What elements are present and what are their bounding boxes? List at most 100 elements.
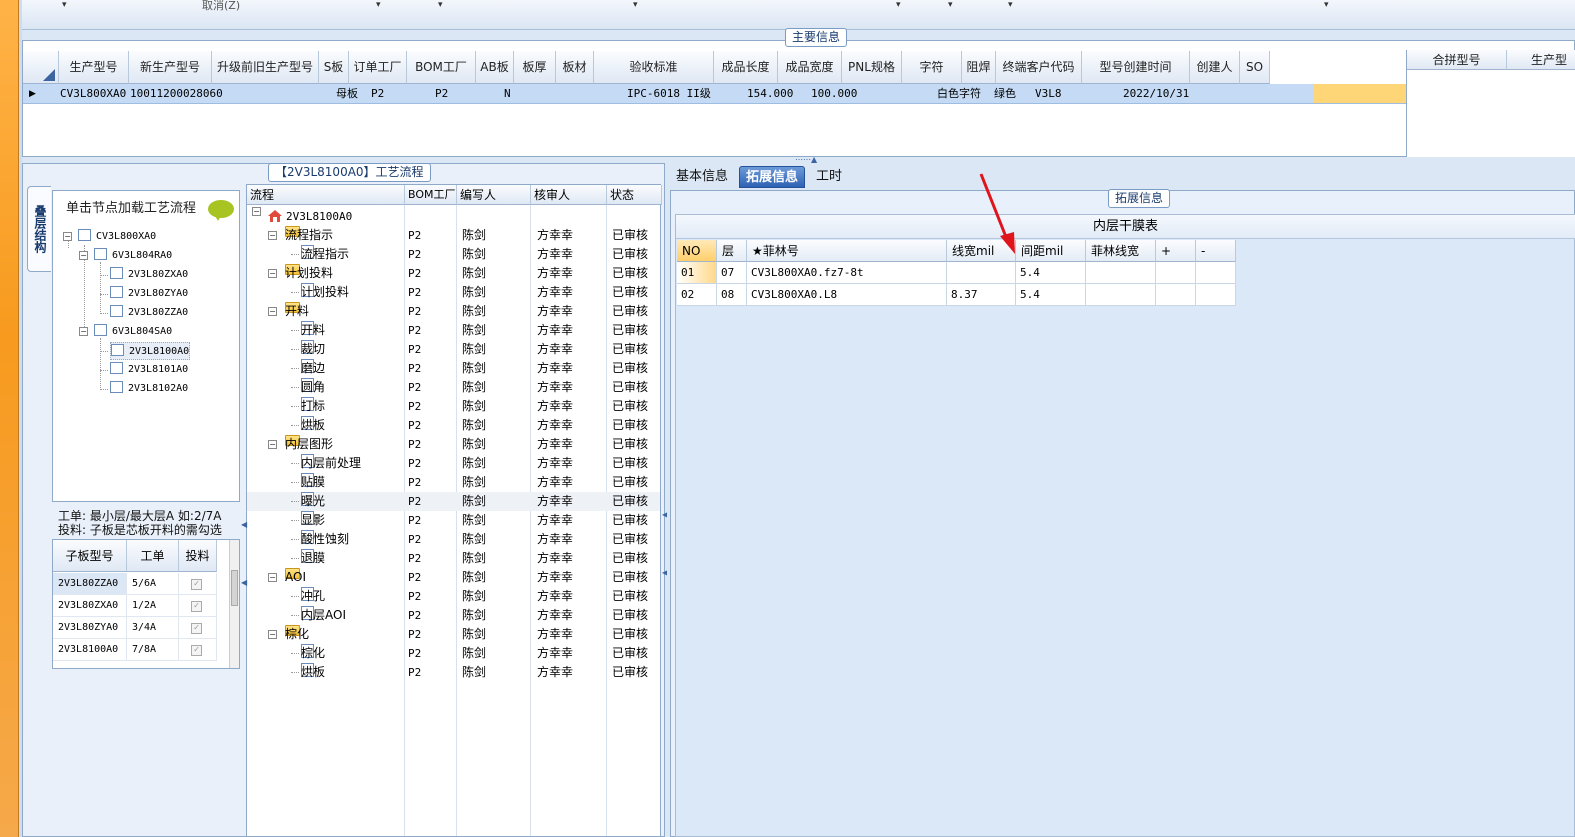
cell-reviewer[interactable]: 方幸幸 bbox=[537, 302, 573, 321]
cell-bom-factory[interactable]: P2 bbox=[408, 397, 421, 416]
cell-bom-factory[interactable]: P2 bbox=[408, 302, 421, 321]
cell-child-model[interactable]: 2V3L80ZZA0 bbox=[53, 573, 127, 595]
dropdown-caret-icon[interactable]: ▾ bbox=[1008, 0, 1013, 10]
cell-status[interactable]: 已审核 bbox=[612, 302, 648, 321]
process-row[interactable]: 计划投料 P2 陈剑 方幸幸 已审核 bbox=[247, 283, 660, 302]
cell-bom-factory[interactable]: P2 bbox=[408, 321, 421, 340]
cell-reviewer[interactable]: 方幸幸 bbox=[537, 340, 573, 359]
process-row[interactable]: 开料 P2 陈剑 方幸幸 已审核 bbox=[247, 321, 660, 340]
collapse-toggle-icon[interactable]: − bbox=[63, 232, 72, 241]
process-row[interactable]: 曝光 P2 陈剑 方幸幸 已审核 bbox=[247, 492, 660, 511]
cell-status[interactable]: 已审核 bbox=[612, 359, 648, 378]
cell-writer[interactable]: 陈剑 bbox=[462, 549, 486, 568]
scrollbar-thumb[interactable] bbox=[231, 570, 238, 606]
checkbox[interactable]: ✓ bbox=[191, 623, 202, 634]
cell-solder-mask[interactable]: 绿色 bbox=[994, 84, 1016, 104]
tree-node[interactable]: 2V3L8101A0 bbox=[110, 361, 188, 379]
cell-writer[interactable]: 陈剑 bbox=[462, 587, 486, 606]
dropdown-caret-icon[interactable]: ▾ bbox=[633, 0, 638, 10]
cell-plus[interactable] bbox=[1156, 262, 1196, 284]
cell-reviewer[interactable]: 方幸幸 bbox=[537, 359, 573, 378]
cell-writer[interactable]: 陈剑 bbox=[462, 245, 486, 264]
tab-basic-info[interactable]: 基本信息 bbox=[670, 166, 734, 188]
cell-model[interactable]: CV3L800XA0 bbox=[60, 84, 126, 104]
tree-node[interactable]: 2V3L8102A0 bbox=[110, 380, 188, 398]
cell-created[interactable]: 2022/10/31 bbox=[1123, 84, 1189, 104]
merge-col-header[interactable]: 生产型 bbox=[1507, 50, 1575, 70]
tree-node[interactable]: 6V3L804SA0 bbox=[94, 323, 172, 341]
cell-width[interactable]: 100.000 bbox=[811, 84, 857, 104]
process-row[interactable]: 烘板 P2 陈剑 方幸幸 已审核 bbox=[247, 663, 660, 682]
cell-writer[interactable]: 陈剑 bbox=[462, 568, 486, 587]
collapse-toggle-icon[interactable]: − bbox=[268, 269, 277, 278]
cell-s-board[interactable]: 母板 bbox=[336, 84, 358, 104]
cell-bom-factory[interactable]: P2 bbox=[408, 549, 421, 568]
collapse-toggle-icon[interactable]: − bbox=[268, 573, 277, 582]
cell-reviewer[interactable]: 方幸幸 bbox=[537, 397, 573, 416]
collapse-toggle-icon[interactable]: − bbox=[268, 630, 277, 639]
process-row[interactable]: 酸性蚀刻 P2 陈剑 方幸幸 已审核 bbox=[247, 530, 660, 549]
process-row[interactable]: 冲孔 P2 陈剑 方幸幸 已审核 bbox=[247, 587, 660, 606]
cell-writer[interactable]: 陈剑 bbox=[462, 416, 486, 435]
cell-bom-factory[interactable]: P2 bbox=[408, 625, 421, 644]
cell-child-order[interactable]: 1/2A bbox=[127, 595, 179, 617]
cell-bom-factory[interactable]: P2 bbox=[408, 511, 421, 530]
cell-bom-factory[interactable]: P2 bbox=[408, 606, 421, 625]
cell-status[interactable]: 已审核 bbox=[612, 340, 648, 359]
cell-bom-factory[interactable]: P2 bbox=[408, 435, 421, 454]
splitter-handle[interactable]: ◀ bbox=[241, 578, 247, 587]
cell-bom-factory[interactable]: P2 bbox=[408, 530, 421, 549]
cell-child-order[interactable]: 5/6A bbox=[127, 573, 179, 595]
tab-stack-structure[interactable]: 叠层结构 bbox=[27, 186, 51, 272]
cell-reviewer[interactable]: 方幸幸 bbox=[537, 245, 573, 264]
col-header[interactable]: NO bbox=[677, 240, 717, 262]
cell-status[interactable]: 已审核 bbox=[612, 625, 648, 644]
col-header[interactable]: 投料 bbox=[179, 540, 217, 572]
process-root-row[interactable]: − 2V3L8100A0 bbox=[247, 207, 660, 226]
cell-child-feed[interactable]: ✓ bbox=[179, 595, 217, 617]
col-header[interactable]: 核审人 bbox=[531, 185, 607, 205]
dropdown-caret-icon[interactable]: ▾ bbox=[1324, 0, 1329, 10]
tree-node-selected[interactable]: 2V3L8100A0 bbox=[110, 342, 191, 360]
cell-status[interactable]: 已审核 bbox=[612, 283, 648, 302]
cell-child-feed[interactable]: ✓ bbox=[179, 573, 217, 595]
cell-bom-factory[interactable]: P2 bbox=[408, 264, 421, 283]
cell-reviewer[interactable]: 方幸幸 bbox=[537, 568, 573, 587]
cell-new-model[interactable]: 10011200028060 bbox=[130, 84, 223, 104]
cell-char[interactable]: 白色字符 bbox=[937, 84, 981, 104]
col-header[interactable]: 验收标准 bbox=[594, 51, 714, 84]
cell-status[interactable]: 已审核 bbox=[612, 663, 648, 682]
cell-reviewer[interactable]: 方幸幸 bbox=[537, 454, 573, 473]
cell-line-width[interactable] bbox=[947, 262, 1016, 284]
cell-bom-factory[interactable]: P2 bbox=[408, 454, 421, 473]
cell-status[interactable]: 已审核 bbox=[612, 416, 648, 435]
cell-bom-factory[interactable]: P2 bbox=[408, 644, 421, 663]
process-row[interactable]: − AOI P2 陈剑 方幸幸 已审核 bbox=[247, 568, 660, 587]
col-header[interactable]: 新生产型号 bbox=[129, 51, 212, 84]
cell-status[interactable]: 已审核 bbox=[612, 492, 648, 511]
cell-writer[interactable]: 陈剑 bbox=[462, 283, 486, 302]
process-row[interactable]: − 流程指示 P2 陈剑 方幸幸 已审核 bbox=[247, 226, 660, 245]
process-row[interactable]: 磨边 P2 陈剑 方幸幸 已审核 bbox=[247, 359, 660, 378]
cell-reviewer[interactable]: 方幸幸 bbox=[537, 587, 573, 606]
cell-reviewer[interactable]: 方幸幸 bbox=[537, 473, 573, 492]
col-header[interactable]: 成品宽度 bbox=[778, 51, 842, 84]
cell-reviewer[interactable]: 方幸幸 bbox=[537, 549, 573, 568]
col-header[interactable]: SO bbox=[1240, 51, 1270, 84]
process-row[interactable]: − 开料 P2 陈剑 方幸幸 已审核 bbox=[247, 302, 660, 321]
tree-node[interactable]: 6V3L804RA0 bbox=[94, 247, 172, 265]
cell-status[interactable]: 已审核 bbox=[612, 378, 648, 397]
col-header[interactable]: 板材 bbox=[556, 51, 594, 84]
process-row[interactable]: 烘板 P2 陈剑 方幸幸 已审核 bbox=[247, 416, 660, 435]
cell-writer[interactable]: 陈剑 bbox=[462, 321, 486, 340]
col-header[interactable]: 终端客户代码 bbox=[996, 51, 1082, 84]
cell-bom-factory[interactable]: P2 bbox=[408, 473, 421, 492]
checkbox[interactable]: ✓ bbox=[191, 601, 202, 612]
process-row[interactable]: − 棕化 P2 陈剑 方幸幸 已审核 bbox=[247, 625, 660, 644]
cancel-button[interactable]: 取消(Z) bbox=[202, 0, 240, 13]
col-header[interactable]: 升级前旧生产型号 bbox=[212, 51, 319, 84]
collapse-toggle-icon[interactable]: − bbox=[79, 251, 88, 260]
cell-bom-factory[interactable]: P2 bbox=[408, 492, 421, 511]
col-header[interactable]: S板 bbox=[319, 51, 349, 84]
cell-film[interactable]: CV3L800XA0.fz7-8t bbox=[747, 262, 947, 284]
